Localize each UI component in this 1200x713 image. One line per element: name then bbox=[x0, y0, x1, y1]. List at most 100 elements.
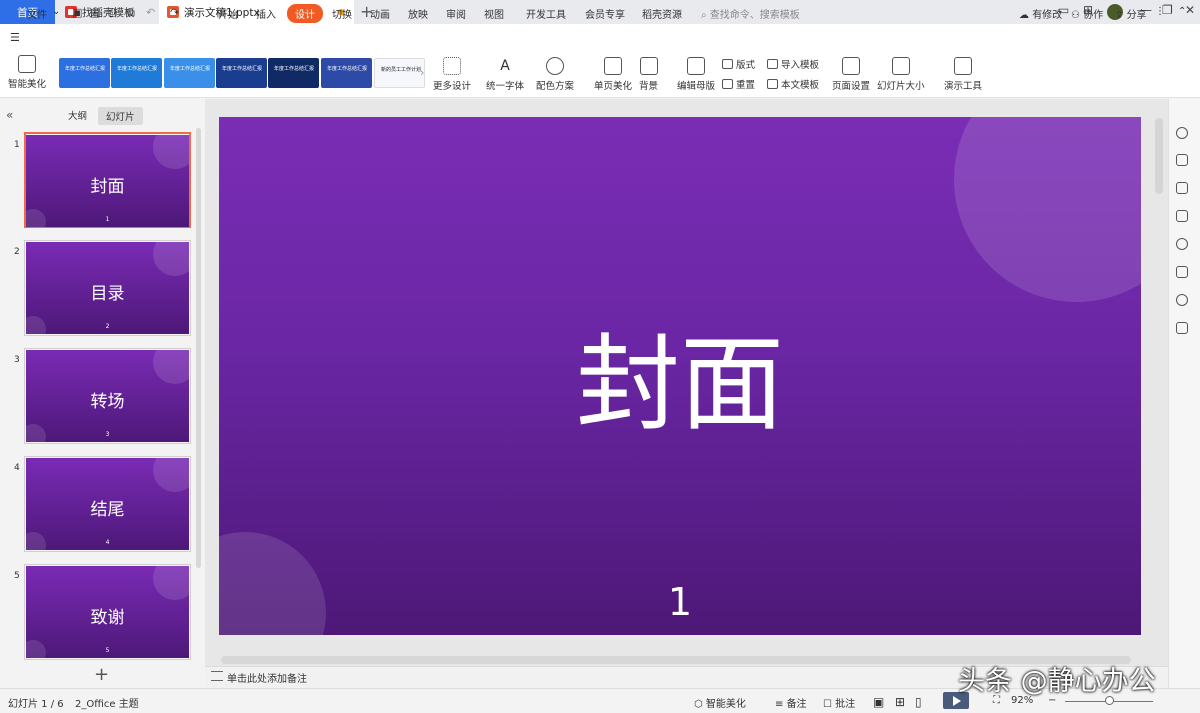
font-icon: A bbox=[500, 58, 510, 74]
menu-start[interactable]: 开始 bbox=[218, 6, 238, 21]
theme-name[interactable]: 2_Office 主题 bbox=[75, 695, 139, 710]
template-thumb[interactable]: 年度工作总结汇报 bbox=[59, 58, 110, 88]
chevron-down-icon[interactable]: ⌄ bbox=[52, 6, 60, 17]
smart-beautify-button[interactable]: 智能美化 bbox=[8, 55, 46, 90]
menu-transition[interactable]: 切换 bbox=[332, 6, 352, 21]
search-icon: ⌕ bbox=[701, 10, 710, 21]
template-thumb[interactable]: 年度工作总结汇报 bbox=[321, 58, 372, 88]
chevron-right-icon[interactable]: › bbox=[420, 66, 424, 79]
menu-insert[interactable]: 插入 bbox=[256, 6, 276, 21]
template-text: 年度工作总结汇报 bbox=[170, 66, 211, 72]
thumb-page: 4 bbox=[105, 539, 110, 546]
save-icon[interactable]: ▣ bbox=[72, 6, 82, 19]
smart-beautify-status[interactable]: ⬡ 智能美化 bbox=[694, 695, 746, 710]
slide-thumbnail-3[interactable]: 转场 3 bbox=[26, 350, 189, 442]
menu-design[interactable]: 设计 bbox=[287, 4, 323, 23]
menu-member[interactable]: 会员专享 bbox=[585, 6, 625, 21]
slide-thumbnail-1[interactable]: 封面 1 bbox=[26, 135, 189, 227]
search-input[interactable]: ⌕ 查找命令、搜索模板 bbox=[701, 6, 800, 21]
template-thumb[interactable]: 年度工作总结汇报 bbox=[268, 58, 319, 88]
reading-view-icon[interactable]: ▯ bbox=[915, 695, 922, 709]
menu-view[interactable]: 视图 bbox=[484, 6, 504, 21]
circle-decoration bbox=[153, 350, 189, 384]
redo-icon[interactable]: ↷ bbox=[170, 6, 179, 19]
template-thumb[interactable]: 年度工作总结汇报 bbox=[216, 58, 267, 88]
more-design-button[interactable]: 更多设计 bbox=[433, 57, 471, 92]
page-icon bbox=[604, 57, 622, 75]
undo-icon[interactable]: ↶ bbox=[146, 6, 155, 19]
collapse-ribbon-icon[interactable]: ⌃ bbox=[1178, 6, 1186, 17]
palette-icon bbox=[546, 57, 564, 75]
box-icon[interactable] bbox=[1176, 322, 1188, 334]
import-template-button[interactable]: 导入模板 bbox=[767, 57, 819, 71]
menu-docer[interactable]: 稻壳资源 bbox=[642, 6, 682, 21]
thumb-title: 结尾 bbox=[90, 500, 125, 520]
sorter-view-icon[interactable]: ⊞ bbox=[895, 695, 905, 709]
color-scheme-button[interactable]: 配色方案 bbox=[536, 57, 574, 92]
thumb-page: 2 bbox=[105, 323, 110, 330]
slide-page-number[interactable]: 1 bbox=[219, 580, 1141, 624]
circle-decoration bbox=[153, 566, 189, 600]
share-button[interactable]: ⇪ 分享 bbox=[1115, 6, 1147, 21]
text-template-button[interactable]: 本文模板 bbox=[767, 77, 819, 91]
rocket-icon[interactable] bbox=[1176, 127, 1188, 139]
add-slide-button[interactable]: + bbox=[94, 664, 109, 685]
circle-decoration bbox=[153, 458, 189, 492]
master-icon bbox=[687, 57, 705, 75]
edit-master-button[interactable]: 编辑母版 bbox=[677, 57, 715, 92]
collapse-panel-icon[interactable]: « bbox=[6, 108, 13, 122]
menu-review[interactable]: 审阅 bbox=[446, 6, 466, 21]
menu-devtools[interactable]: 开发工具 bbox=[526, 6, 566, 21]
export-icon[interactable]: ▤ bbox=[90, 6, 100, 19]
menu-slideshow[interactable]: 放映 bbox=[408, 6, 428, 21]
more-icon[interactable]: ⋮ bbox=[1155, 6, 1165, 17]
tab-outline[interactable]: 大纲 bbox=[68, 108, 87, 122]
layout-button[interactable]: 版式 bbox=[722, 57, 755, 71]
collaborate-button[interactable]: ⚇ 协作 bbox=[1071, 6, 1103, 21]
print-icon[interactable]: ⎙ bbox=[108, 6, 117, 20]
preview-icon[interactable]: ⧉ bbox=[127, 6, 135, 20]
hamburger-icon[interactable]: ☰ bbox=[10, 31, 20, 44]
import-icon bbox=[767, 59, 778, 69]
location-icon[interactable] bbox=[1176, 294, 1188, 306]
template-thumb[interactable]: 新的员工工作计划 bbox=[374, 58, 425, 88]
image-icon[interactable] bbox=[1176, 266, 1188, 278]
cube-icon: ⬡ bbox=[694, 699, 706, 710]
background-button[interactable]: 背景 bbox=[639, 57, 658, 92]
menu-file[interactable]: 文件 bbox=[27, 6, 47, 21]
user-icon: ⚇ bbox=[1071, 10, 1084, 21]
revision-label: 有修改 bbox=[1032, 10, 1063, 21]
share-label: 分享 bbox=[1126, 10, 1147, 21]
cube-icon bbox=[18, 55, 36, 73]
shape-icon[interactable] bbox=[1176, 210, 1188, 222]
slide-thumbnail-5[interactable]: 致谢 5 bbox=[26, 566, 189, 658]
tab-slides[interactable]: 幻灯片 bbox=[98, 107, 143, 125]
unify-font-button[interactable]: A 统一字体 bbox=[486, 57, 524, 92]
slide-size-button[interactable]: 幻灯片大小 bbox=[877, 57, 925, 92]
slide-thumbnail-2[interactable]: 目录 2 bbox=[26, 242, 189, 334]
template-text: 年度工作总结汇报 bbox=[274, 66, 315, 72]
comments-label: 批注 bbox=[835, 699, 856, 710]
menu-animation[interactable]: 动画 bbox=[370, 6, 390, 21]
star-icon[interactable] bbox=[1176, 182, 1188, 194]
template-thumb[interactable]: 年度工作总结汇报 bbox=[111, 58, 162, 88]
present-tools-button[interactable]: 演示工具 bbox=[944, 57, 982, 92]
help-icon[interactable] bbox=[1176, 238, 1188, 250]
reset-button[interactable]: 重置 bbox=[722, 77, 755, 91]
revision-button[interactable]: ☁ 有修改 bbox=[1019, 6, 1062, 21]
slide-title[interactable]: 封面 bbox=[219, 329, 1141, 439]
page-setup-button[interactable]: 页面设置 bbox=[832, 57, 870, 92]
adjust-icon[interactable] bbox=[1176, 154, 1188, 166]
slide-thumbnail-4[interactable]: 结尾 4 bbox=[26, 458, 189, 550]
single-page-button[interactable]: 单页美化 bbox=[594, 57, 632, 92]
grid-icon bbox=[443, 57, 461, 75]
close-icon[interactable]: ✕ bbox=[1185, 3, 1195, 17]
normal-view-icon[interactable]: ▣ bbox=[873, 695, 884, 709]
main-slide[interactable]: 封面 1 bbox=[219, 117, 1141, 635]
notes-toggle[interactable]: ≡ 备注 bbox=[775, 695, 807, 710]
vertical-scrollbar[interactable] bbox=[1155, 118, 1163, 194]
comments-toggle[interactable]: ☐ 批注 bbox=[823, 695, 855, 710]
slide-number: 1 bbox=[14, 140, 20, 150]
template-thumb[interactable]: 年度工作总结汇报 bbox=[164, 58, 215, 88]
panel-scrollbar[interactable] bbox=[196, 128, 201, 568]
